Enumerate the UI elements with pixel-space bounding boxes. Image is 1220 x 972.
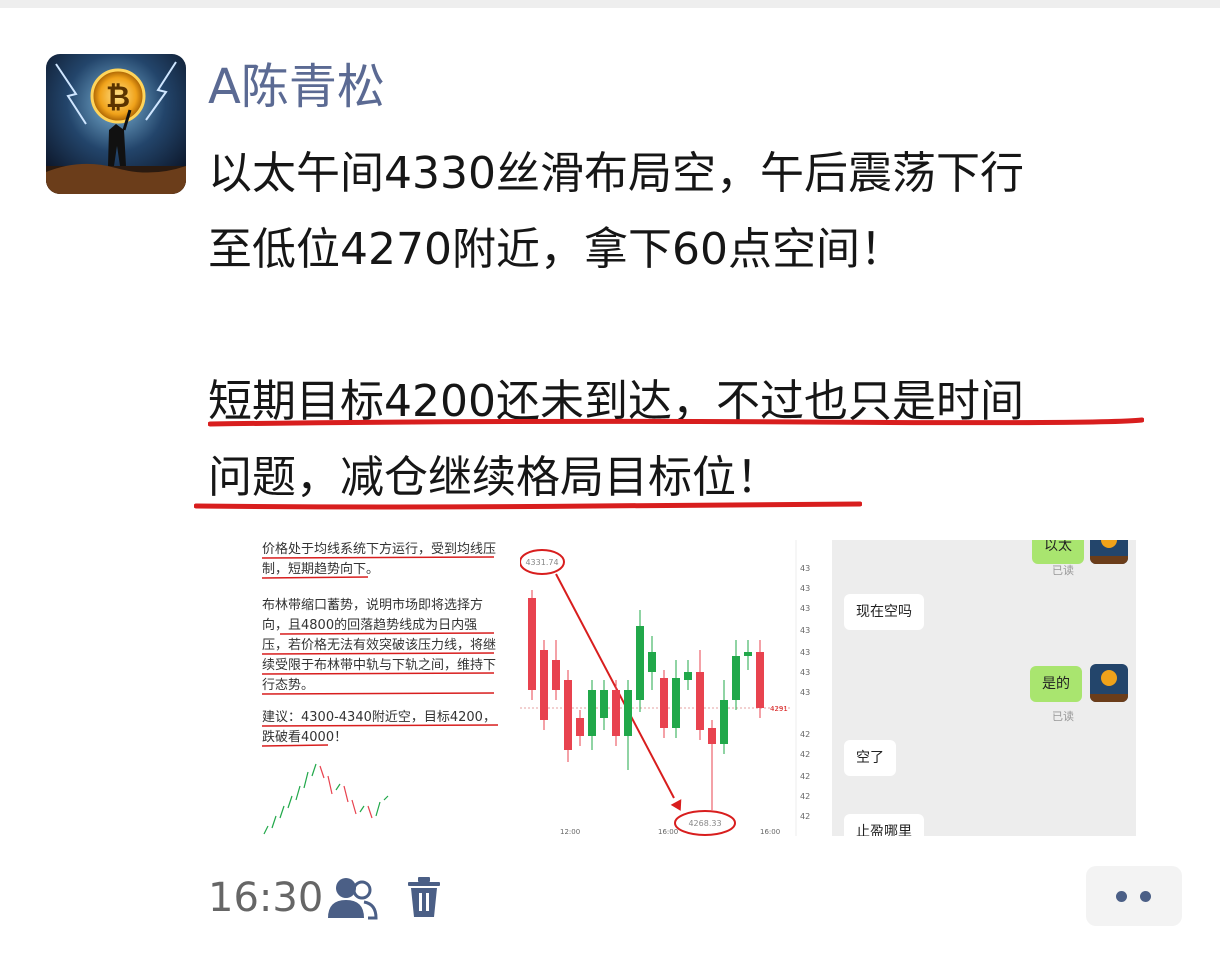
highlight-underline-2 — [194, 501, 862, 510]
candle-body — [744, 652, 752, 656]
bitcoin-avatar-icon: ₿ — [46, 54, 186, 194]
candle-body — [708, 728, 716, 744]
read-mark: 已读 — [1052, 710, 1074, 723]
author-name[interactable]: A陈青松 — [208, 56, 385, 118]
post-line-2: 至低位4270附近，拿下60点空间！ — [208, 224, 904, 275]
post-blank-line — [208, 288, 1183, 364]
chat-bubble-other: 空了 — [844, 740, 896, 776]
axis-tick: 43 — [800, 668, 811, 677]
time-label-3: 16:00 — [760, 828, 780, 836]
post-line-1: 以太午间4330丝滑布局空，午后震荡下行 — [208, 148, 1024, 199]
candle-body — [648, 652, 656, 672]
top-separator — [0, 0, 1220, 8]
highlight-underline-1 — [208, 417, 1144, 427]
candle-body — [576, 718, 584, 736]
candle-body — [696, 672, 704, 730]
chat-avatar-icon — [1090, 540, 1128, 564]
candle-body — [588, 690, 596, 736]
axis-tick: 43 — [800, 648, 811, 657]
candle-body — [540, 650, 548, 720]
candle-body — [528, 598, 536, 690]
chat-avatar-icon — [1090, 664, 1128, 702]
axis-tick: 43 — [800, 626, 811, 635]
mini-chart-thumbnail — [263, 763, 389, 835]
read-mark: 已读 — [1052, 564, 1074, 577]
axis-tick: 42 — [800, 772, 811, 781]
axis-tick: 42 — [800, 730, 811, 739]
axis-tick: 42 — [800, 792, 811, 801]
chat-bubble-other: 止盈哪里 — [844, 814, 924, 836]
low-label: 4268.33 — [688, 819, 721, 828]
candle-body — [636, 626, 644, 700]
candle-body — [720, 700, 728, 744]
time-label-1: 12:00 — [560, 828, 580, 836]
candle-body — [564, 680, 572, 750]
candle-body — [684, 672, 692, 680]
axis-tick: 43 — [800, 584, 811, 593]
people-icon[interactable] — [326, 876, 378, 920]
axis-tick: 43 — [800, 604, 811, 613]
axis-tick: 43 — [800, 564, 811, 573]
candlestick-chart: 4331.74 4268.33 12:00 16:00 16:00 4291 — [519, 540, 797, 836]
time-label-2: 16:00 — [658, 828, 678, 836]
chat-screenshot-panel: 以太 已读 现在空吗 是的 已读 空了 止盈哪里 — [832, 540, 1136, 836]
axis-tick: 42 — [800, 812, 811, 821]
candle-body — [612, 690, 620, 736]
candle-body — [600, 690, 608, 718]
axis-tick: 43 — [800, 688, 811, 697]
candle-body — [552, 660, 560, 690]
candle-body — [624, 690, 632, 736]
high-label: 4331.74 — [525, 558, 558, 567]
svg-text:₿: ₿ — [106, 80, 130, 115]
price-tag: 4291 — [770, 705, 788, 713]
delete-icon[interactable] — [406, 876, 442, 918]
candlestick-chart-panel: 4331.74 4268.33 12:00 16:00 16:00 4291 4… — [519, 540, 810, 836]
candle-body — [756, 652, 764, 708]
candle-body — [732, 656, 740, 700]
analysis-text-panel: 价格处于均线系统下方运行，受到均线压制，短期趋势向下。 布林带缩口蓄势，说明市场… — [258, 540, 518, 836]
more-options-button[interactable] — [1086, 866, 1182, 926]
author-avatar[interactable]: ₿ — [46, 54, 186, 194]
chat-bubble-me: 是的 — [1030, 666, 1082, 702]
post-time: 16:30 — [208, 875, 324, 921]
post-body: 以太午间4330丝滑布局空，午后震荡下行 至低位4270附近，拿下60点空间！ … — [208, 136, 1183, 516]
price-axis: 43 43 43 43 43 43 43 42 42 42 42 42 — [800, 540, 830, 836]
candle-body — [672, 678, 680, 728]
axis-tick: 42 — [800, 750, 811, 759]
post-image[interactable]: 价格处于均线系统下方运行，受到均线压制，短期趋势向下。 布林带缩口蓄势，说明市场… — [258, 540, 1136, 836]
more-dot-icon — [1116, 891, 1127, 902]
chat-bubble-other: 现在空吗 — [844, 594, 924, 630]
candle-body — [660, 678, 668, 728]
chat-bubble-me: 以太 — [1032, 540, 1084, 564]
more-dot-icon — [1140, 891, 1151, 902]
